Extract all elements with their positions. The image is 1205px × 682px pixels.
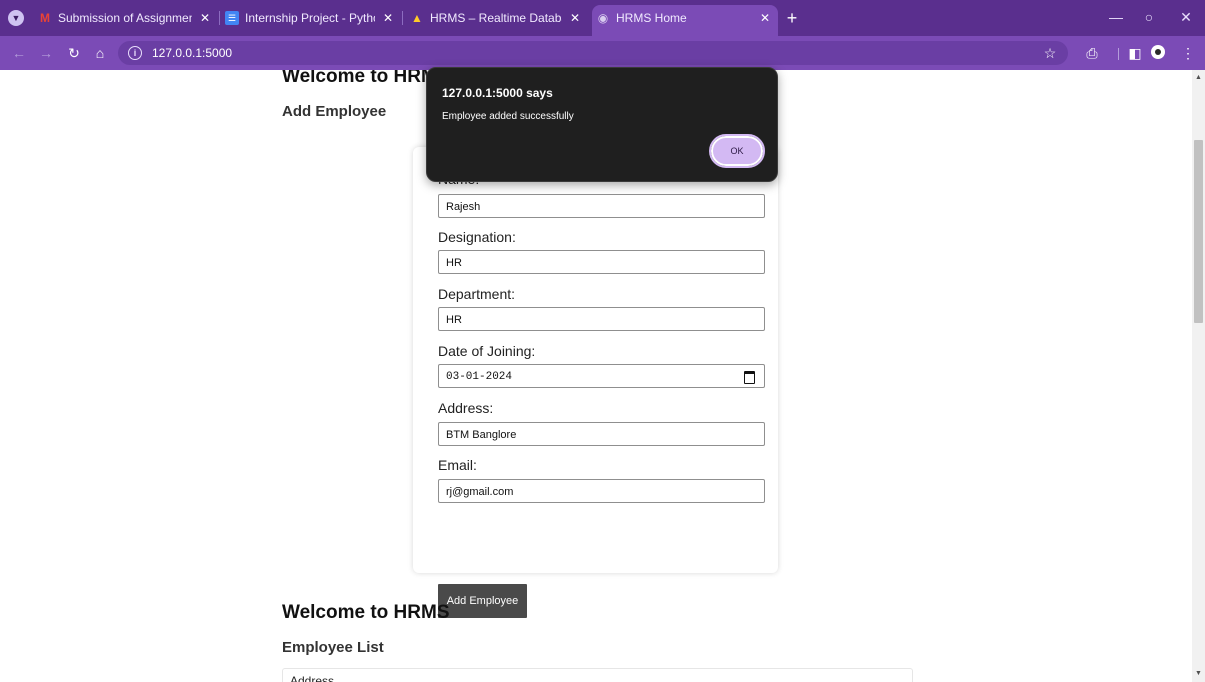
dialog-title: 127.0.0.1:5000 says (442, 86, 553, 100)
date-value: 03-01-2024 (446, 371, 513, 383)
email-input[interactable]: rj@gmail.com (438, 479, 765, 503)
date-of-joining-input[interactable]: 03-01-2024 (438, 364, 765, 388)
tab-close-icon[interactable]: ✕ (760, 5, 770, 31)
employee-list: Address (282, 668, 913, 682)
forward-icon[interactable]: → (37, 44, 55, 62)
menu-dots-icon[interactable]: ⋮ (1178, 44, 1198, 62)
department-input[interactable]: HR (438, 307, 765, 331)
tab-firebase[interactable]: ▲ HRMS – Realtime Database – Fi ✕ (406, 7, 588, 29)
alert-dialog: 127.0.0.1:5000 says Employee added succe… (426, 67, 778, 182)
tab-title: HRMS – Realtime Database – Fi (430, 11, 562, 25)
new-tab-icon[interactable]: + (782, 7, 802, 29)
employee-list-title: Employee List (282, 639, 384, 656)
page-heading-top: Welcome to HRMS (282, 70, 450, 87)
extensions-icon[interactable]: ⎙ (1082, 44, 1102, 62)
minimize-icon[interactable]: — (1102, 6, 1130, 28)
toolbar-divider (1118, 48, 1119, 60)
address-input[interactable]: BTM Banglore (438, 422, 765, 446)
firebase-icon: ▲ (411, 11, 423, 25)
scrollbar-thumb[interactable] (1194, 140, 1203, 323)
tab-title: Internship Project - Python - Go (245, 11, 375, 25)
add-employee-title: Add Employee (282, 103, 387, 120)
tab-strip: ▼ M Submission of Assignment for I ✕ ☰ I… (0, 0, 1205, 36)
home-icon[interactable]: ⌂ (91, 44, 109, 62)
page-scrollbar[interactable]: ▲ ▼ (1192, 70, 1205, 682)
list-item: Address (290, 674, 335, 682)
tab-title: HRMS Home (616, 11, 687, 25)
scroll-up-icon[interactable]: ▲ (1192, 72, 1205, 84)
tab-close-icon[interactable]: ✕ (383, 7, 393, 29)
page-heading-bottom: Welcome to HRMS (282, 602, 450, 623)
tab-close-icon[interactable]: ✕ (570, 7, 580, 29)
side-panel-icon[interactable]: ◧ (1125, 44, 1145, 62)
scroll-down-icon[interactable]: ▼ (1192, 668, 1205, 680)
tab-title: Submission of Assignment for I (58, 11, 192, 25)
dialog-ok-button[interactable]: OK (709, 134, 765, 168)
department-label: Department: (438, 286, 516, 302)
docs-icon: ☰ (225, 11, 239, 25)
tab-hrms-home[interactable]: ◉ HRMS Home ✕ (592, 5, 778, 36)
reload-icon[interactable]: ↻ (65, 44, 83, 62)
add-employee-form: Name: Rajesh Designation: HR Department:… (413, 147, 778, 618)
address-bar[interactable]: i 127.0.0.1:5000 (118, 41, 1068, 65)
name-input[interactable]: Rajesh (438, 194, 765, 218)
profile-avatar-icon[interactable] (1151, 45, 1165, 59)
designation-input[interactable]: HR (438, 250, 765, 274)
calendar-icon[interactable] (744, 371, 755, 384)
tab-divider (219, 11, 220, 25)
tab-docs[interactable]: ☰ Internship Project - Python - Go ✕ (221, 7, 401, 29)
tab-gmail[interactable]: M Submission of Assignment for I ✕ (34, 7, 218, 29)
date-of-joining-label: Date of Joining: (438, 343, 536, 359)
bookmark-star-icon[interactable]: ☆ (1040, 44, 1060, 62)
tab-divider (402, 11, 403, 25)
dialog-message: Employee added successfully (442, 111, 574, 122)
add-employee-button[interactable]: Add Employee (438, 584, 527, 618)
gmail-icon: M (40, 11, 50, 25)
window-close-icon[interactable]: ✕ (1172, 6, 1200, 28)
designation-label: Designation: (438, 229, 516, 245)
tab-close-icon[interactable]: ✕ (200, 7, 210, 29)
tab-search-chevron-icon[interactable]: ▼ (8, 10, 24, 26)
address-label: Address: (438, 400, 494, 416)
email-label: Email: (438, 457, 477, 473)
browser-toolbar: ← → ↻ ⌂ i 127.0.0.1:5000 ☆ ⎙ ◧ ⋮ (0, 36, 1205, 70)
url-text[interactable]: 127.0.0.1:5000 (152, 45, 232, 61)
restore-icon[interactable]: ○ (1135, 6, 1163, 28)
globe-icon: ◉ (597, 11, 609, 25)
back-icon[interactable]: ← (10, 44, 28, 62)
site-info-icon[interactable]: i (128, 46, 142, 60)
